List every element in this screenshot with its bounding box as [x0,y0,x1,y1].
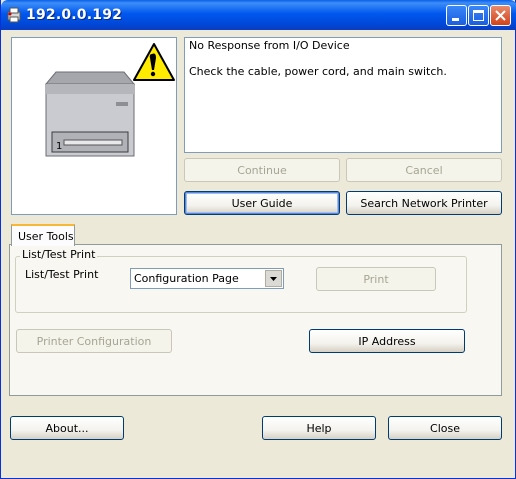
printer-app-icon [6,7,22,23]
title-bar[interactable]: 192.0.0.192 [1,0,516,30]
status-message-line1: No Response from I/O Device [189,39,350,52]
maximize-button[interactable] [468,5,489,26]
cancel-button[interactable]: Cancel [346,158,502,182]
selected-option: Configuration Page [134,272,239,285]
search-network-printer-button[interactable]: Search Network Printer [346,191,502,215]
about-button[interactable]: About... [10,416,124,440]
ip-address-button[interactable]: IP Address [309,329,465,353]
user-guide-button[interactable]: User Guide [184,191,340,215]
printer-configuration-button[interactable]: Printer Configuration [16,329,172,353]
close-icon [495,10,506,21]
status-message-line2: Check the cable, power cord, and main sw… [189,65,447,78]
help-button[interactable]: Help [262,416,376,440]
list-test-print-select[interactable]: Configuration Page [130,268,284,289]
tab-user-tools[interactable]: User Tools [11,224,75,246]
continue-button[interactable]: Continue [184,158,340,182]
warning-icon [133,43,175,81]
printer-image-panel: 1 [11,37,177,215]
tray-number: 1 [56,141,62,152]
printer-status-window: 192.0.0.192 1 No Response from I/O Devic… [0,0,516,479]
close-window-button[interactable] [490,5,511,26]
list-test-print-group-label: List/Test Print [20,248,98,261]
dropdown-arrow-icon[interactable] [265,270,282,287]
minimize-icon [452,18,459,21]
printer-icon: 1 [44,43,175,157]
window-title: 192.0.0.192 [26,7,123,23]
status-message-box: No Response from I/O Device Check the ca… [184,37,502,153]
minimize-button[interactable] [446,5,467,26]
list-test-print-label: List/Test Print [25,268,99,281]
maximize-icon [473,10,484,21]
close-button[interactable]: Close [388,416,502,440]
print-button[interactable]: Print [316,267,436,291]
